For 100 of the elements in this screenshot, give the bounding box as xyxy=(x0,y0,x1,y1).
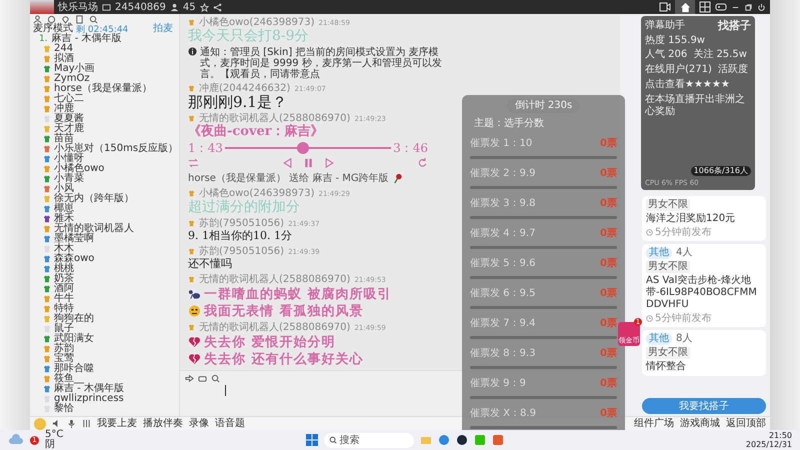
partner-card[interactable]: 其他 4人 男女不限 AS Val突击步枪-烽火地带-6IL98P40BO8CFMMDDVHFU 5分钟前发布 xyxy=(642,244,766,327)
arrow-icon[interactable] xyxy=(185,374,194,383)
message-text: 超过满分的附加分 xyxy=(188,199,301,215)
user-name[interactable]: 桃桃 xyxy=(54,264,74,274)
user-icon[interactable] xyxy=(33,14,42,24)
user-name[interactable]: 森森owo xyxy=(54,254,94,264)
user-name[interactable]: 小懂呀 xyxy=(54,154,84,164)
power-icon[interactable] xyxy=(757,2,766,12)
clock-icon xyxy=(646,315,653,322)
repeat-icon[interactable] xyxy=(417,158,428,168)
search-icon[interactable] xyxy=(89,14,98,24)
video-icon[interactable] xyxy=(659,1,671,13)
vote-count: 0票 xyxy=(600,408,617,420)
panel-heading: 找搭子 xyxy=(718,19,751,32)
danmaku-line: 点击查看★★★★★ xyxy=(645,79,731,91)
toolbar-button[interactable]: 录像 xyxy=(189,418,209,430)
user-name[interactable]: 七心二 xyxy=(54,94,84,104)
user-name[interactable]: 拟酒 xyxy=(54,54,74,64)
card-text: 海洋之泪奖励120元 xyxy=(646,213,736,225)
user-name[interactable]: 宝莺 xyxy=(54,354,74,364)
user-name[interactable]: 鼠子 xyxy=(54,324,74,334)
location-pin-icon[interactable] xyxy=(61,14,70,24)
user-name[interactable]: 徐无内（跨年版） xyxy=(54,194,134,204)
message-text: 我今天只会打8-9分 xyxy=(188,28,310,44)
posted-time: 5分钟前发布 xyxy=(655,313,712,324)
start-icon[interactable] xyxy=(306,434,318,446)
user-name[interactable]: 小橘色owo xyxy=(54,164,104,174)
temperature: 5°C xyxy=(45,430,64,440)
user-name[interactable]: 小青菜 xyxy=(54,174,84,184)
weather-text: 阴 xyxy=(45,440,56,450)
queue-timer: 剩 02:45:44 xyxy=(76,24,128,34)
grid-icon[interactable] xyxy=(699,1,711,13)
user-name[interactable]: 特特 xyxy=(54,304,74,314)
user-name[interactable]: 黎恰 xyxy=(54,404,74,414)
shuffle-icon[interactable] xyxy=(188,158,199,168)
toolbar-button[interactable]: 返回顶部 xyxy=(726,418,766,430)
message-text: 还不懂吗 xyxy=(188,257,233,271)
category-tag: 其他 xyxy=(646,333,672,345)
toolbar-button[interactable]: 游戏商城 xyxy=(680,418,720,430)
vote-count: 0票 xyxy=(600,138,617,150)
user-name[interactable]: 244 xyxy=(54,44,74,54)
toolbar-button[interactable]: 组件广场 xyxy=(634,418,674,430)
song-title: 《夜曲-cover：麻吉》 xyxy=(188,124,325,140)
gender-tag: 男女不限 xyxy=(646,347,690,359)
user-name[interactable]: 冲鹿 xyxy=(54,104,74,114)
user-name[interactable]: 木木 xyxy=(54,244,74,254)
toolbar-button[interactable]: 我要上麦 xyxy=(97,418,137,430)
user-name[interactable]: 筱鱼__ xyxy=(54,374,84,384)
toolbar-button[interactable]: 播放伴奏 xyxy=(143,418,183,430)
microphone-icon[interactable] xyxy=(67,419,76,428)
star-icon[interactable] xyxy=(200,2,209,12)
user-name[interactable]: horse（我是保量派） xyxy=(54,84,152,94)
user-name[interactable]: 墨橘莹啊 xyxy=(54,234,94,244)
lyric-line: 我面无表情 看孤独的风景 xyxy=(204,302,364,320)
user-name[interactable]: ZymOz xyxy=(54,74,90,84)
pause-icon[interactable] xyxy=(302,158,314,168)
system-notice: 通知：管理员 [Skin] 把当前的房间模式设置为 麦序模式，麦序时间是 9999 秒，麦序第一人和管理员可以发言。【观看员，同请带意点 xyxy=(200,47,443,80)
previous-icon[interactable] xyxy=(282,158,292,168)
taskbar-search-field[interactable]: 搜索 xyxy=(324,432,414,448)
search-icon[interactable] xyxy=(211,374,220,383)
panel-tab[interactable]: 在线用户(271) xyxy=(645,64,712,76)
user-name[interactable]: 酒阿 xyxy=(54,284,74,294)
share-icon[interactable] xyxy=(212,2,222,12)
user-name[interactable]: 苗苗 xyxy=(54,134,74,144)
partner-card[interactable]: 其他 8人 男女不限 情怀整合 xyxy=(642,330,766,376)
user-name[interactable]: 牛牛 xyxy=(54,294,74,304)
user-name[interactable]: 椰崽 xyxy=(54,204,74,214)
document-icon[interactable] xyxy=(75,14,84,24)
user-name[interactable]: 麻吉 - 木偶年版 xyxy=(54,384,124,394)
equalizer-icon[interactable] xyxy=(82,419,91,428)
panel-tab[interactable]: 活跃度 xyxy=(718,64,748,76)
user-name[interactable]: May小画 xyxy=(54,64,95,74)
progress-thumb[interactable] xyxy=(297,142,309,154)
lyric-line: 失去你 爱恨开始分明 xyxy=(204,334,336,350)
rank-shirt-icon xyxy=(188,324,195,331)
user-name[interactable]: 那咔合噬 xyxy=(54,364,94,374)
user-name[interactable]: 小乐崽对（150ms反应版） xyxy=(54,144,178,154)
info-icon xyxy=(188,47,197,56)
partner-card[interactable]: 男女不限 海洋之泪奖励120元 5分钟前发布 xyxy=(642,196,766,241)
user-name[interactable]: 雅禾 xyxy=(54,214,74,224)
vote-count: 0票 xyxy=(600,258,617,270)
app-icon[interactable] xyxy=(492,434,504,446)
rank-shirt-icon xyxy=(188,19,195,26)
toolbar-button[interactable]: 语音题 xyxy=(215,418,245,430)
user-name[interactable]: gwllizprincess xyxy=(54,394,124,404)
user-name[interactable]: 夏夏酱 xyxy=(54,114,84,124)
user-name[interactable]: 武阳满女 xyxy=(54,334,94,344)
user-name[interactable]: 天才鹿 xyxy=(54,124,84,134)
broken-heart-icon xyxy=(188,336,201,348)
next-icon[interactable] xyxy=(324,158,334,168)
user-name[interactable]: 狗狗在的 xyxy=(54,314,94,324)
user-name[interactable]: 苏韵 xyxy=(54,344,74,354)
user-name[interactable]: 无情的歌词机器人 xyxy=(54,224,134,234)
home-tab[interactable] xyxy=(675,0,695,14)
user-name[interactable]: 奶茶 xyxy=(54,274,74,284)
clock-icon xyxy=(646,229,653,236)
clock-date: 2025/12/31 xyxy=(746,440,792,449)
user-name[interactable]: 小风 xyxy=(54,184,74,194)
restore-icon[interactable] xyxy=(744,2,753,12)
search-icon xyxy=(328,436,337,444)
